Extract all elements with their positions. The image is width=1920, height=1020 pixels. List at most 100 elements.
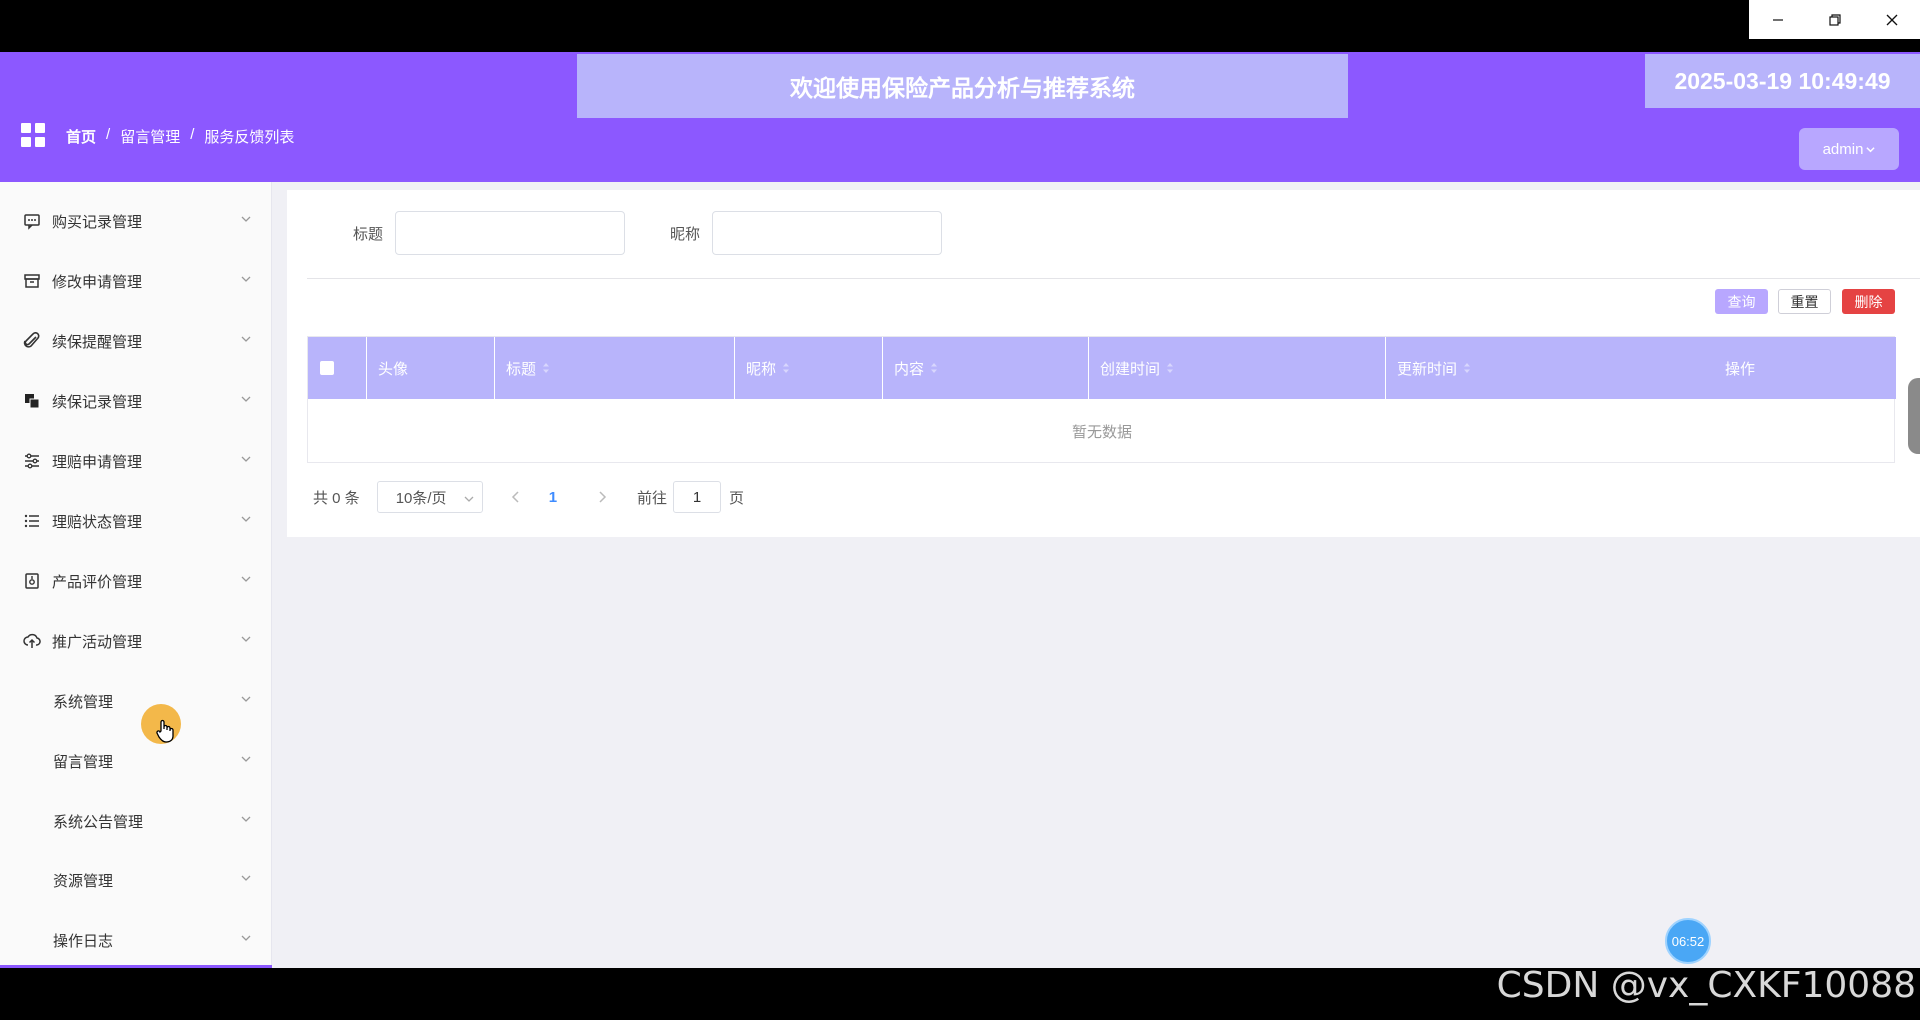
nickname-filter-input[interactable] <box>712 211 942 255</box>
chevron-down-icon <box>241 336 251 342</box>
column-actions: 操作 <box>1586 337 1894 399</box>
column-label: 昵称 <box>746 360 777 378</box>
sidebar-item-system[interactable]: 系统管理 <box>0 681 272 721</box>
column-label: 头像 <box>378 360 409 378</box>
pagination: 共 0 条 10条/页 1 前往 1 页 <box>313 480 744 514</box>
sidebar-item-label: 资源管理 <box>53 872 114 890</box>
datetime-display: 2025-03-19 10:49:49 <box>1645 54 1920 108</box>
delete-button[interactable]: 删除 <box>1842 289 1895 314</box>
sidebar-item-label: 留言管理 <box>53 753 114 771</box>
column-updated-time[interactable]: 更新时间 <box>1386 337 1586 399</box>
app-header: 欢迎使用保险产品分析与推荐系统 2025-03-19 10:49:49 首页 /… <box>0 52 1920 182</box>
close-icon[interactable] <box>1863 0 1920 39</box>
sidebar-item-promotions[interactable]: 推广活动管理 <box>0 621 272 661</box>
sidebar-item-label: 修改申请管理 <box>52 273 143 291</box>
sidebar-item-label: 系统公告管理 <box>53 813 144 831</box>
side-drawer-handle[interactable] <box>1908 378 1920 454</box>
sort-icon[interactable] <box>930 362 938 374</box>
column-label: 操作 <box>1724 360 1755 378</box>
sidebar-item-label: 续保记录管理 <box>52 393 143 411</box>
sidebar-item-claim-requests[interactable]: 理赔申请管理 <box>0 441 272 481</box>
sidebar-item-announcements[interactable]: 系统公告管理 <box>0 801 272 841</box>
sidebar-item-label: 推广活动管理 <box>52 633 143 651</box>
minimize-icon[interactable] <box>1749 0 1806 39</box>
sidebar-item-operation-log[interactable]: 操作日志 <box>0 920 272 960</box>
sidebar-item-resources[interactable]: 资源管理 <box>0 860 272 900</box>
column-created-time[interactable]: 创建时间 <box>1089 337 1386 399</box>
chevron-down-icon <box>241 456 251 462</box>
sort-icon[interactable] <box>782 362 790 374</box>
sidebar-item-label: 续保提醒管理 <box>52 333 143 351</box>
sort-icon[interactable] <box>1166 362 1174 374</box>
sidebar-accent-line <box>0 965 272 968</box>
select-all-checkbox[interactable] <box>320 361 334 375</box>
page-suffix: 页 <box>729 489 745 507</box>
sidebar-item-label: 产品评价管理 <box>52 573 143 591</box>
main-panel: 标题 昵称 查询 重置 删除 头像 标题 昵称 内容 创建时间 更新时间 操作 … <box>287 190 1920 537</box>
page-size-value: 10条/页 <box>395 489 447 507</box>
breadcrumb: 首页 / 留言管理 / 服务反馈列表 <box>66 126 294 147</box>
total-count: 共 0 条 <box>313 489 360 507</box>
sidebar-item-modify-requests[interactable]: 修改申请管理 <box>0 261 272 301</box>
sort-icon[interactable] <box>542 362 550 374</box>
sidebar-item-label: 购买记录管理 <box>52 213 143 231</box>
sort-icon[interactable] <box>1463 362 1471 374</box>
grid-icon[interactable] <box>21 123 45 147</box>
sidebar-item-label: 理赔申请管理 <box>52 453 143 471</box>
prev-page-icon[interactable] <box>509 490 523 504</box>
watermark-text: CSDN @vx_CXKF10088 <box>1496 965 1916 1006</box>
page-number-current[interactable]: 1 <box>549 489 557 506</box>
title-filter-label: 标题 <box>353 226 384 243</box>
column-nickname[interactable]: 昵称 <box>735 337 883 399</box>
restore-icon[interactable] <box>1806 0 1863 39</box>
copy-icon <box>21 390 43 412</box>
sidebar-item-purchase-records[interactable]: 购买记录管理 <box>0 201 272 241</box>
divider <box>307 278 1920 279</box>
welcome-banner: 欢迎使用保险产品分析与推荐系统 <box>577 54 1348 118</box>
sidebar-item-product-reviews[interactable]: 产品评价管理 <box>0 561 272 601</box>
hand-cursor-icon <box>156 719 174 743</box>
column-label: 内容 <box>894 360 925 378</box>
chevron-down-icon <box>241 576 251 582</box>
sidebar-item-claim-status[interactable]: 理赔状态管理 <box>0 501 272 541</box>
title-bar <box>0 0 1920 52</box>
sidebar: 购买记录管理 修改申请管理 续保提醒管理 续保记录管理 理赔申请管理 理赔状态管… <box>0 182 272 968</box>
column-content[interactable]: 内容 <box>883 337 1089 399</box>
breadcrumb-separator: / <box>106 126 111 143</box>
sidebar-item-messages[interactable]: 留言管理 <box>0 741 272 781</box>
user-menu-button[interactable]: admin <box>1799 128 1899 170</box>
chevron-down-icon <box>241 816 251 822</box>
chevron-down-icon <box>241 636 251 642</box>
sidebar-item-label: 操作日志 <box>53 932 114 950</box>
chevron-down-icon <box>241 756 251 762</box>
title-filter-input[interactable] <box>395 211 625 255</box>
paperclip-icon <box>21 330 43 352</box>
query-button[interactable]: 查询 <box>1715 289 1768 314</box>
page-size-select[interactable]: 10条/页 <box>376 481 483 513</box>
empty-state: 暂无数据 <box>1071 423 1132 441</box>
goto-page-input[interactable]: 1 <box>673 481 722 513</box>
user-name: admin <box>1822 140 1864 158</box>
select-all-cell <box>308 337 367 399</box>
breadcrumb-home[interactable]: 首页 <box>66 126 96 147</box>
sidebar-item-renewal-records[interactable]: 续保记录管理 <box>0 381 272 421</box>
chevron-down-icon <box>241 696 251 702</box>
chevron-down-icon <box>241 276 251 282</box>
column-label: 标题 <box>506 360 537 378</box>
reset-button[interactable]: 重置 <box>1778 289 1831 314</box>
feedback-table: 头像 标题 昵称 内容 创建时间 更新时间 操作 暂无数据 <box>307 336 1896 463</box>
archive-icon <box>21 270 43 292</box>
chevron-down-icon <box>241 935 251 941</box>
next-page-icon[interactable] <box>595 490 609 504</box>
column-label: 更新时间 <box>1397 360 1458 378</box>
column-label: 创建时间 <box>1100 360 1161 378</box>
list-icon <box>21 510 43 532</box>
sidebar-item-label: 系统管理 <box>53 693 114 711</box>
column-avatar: 头像 <box>367 337 495 399</box>
breadcrumb-message-management[interactable]: 留言管理 <box>120 126 180 147</box>
sidebar-item-renewal-reminders[interactable]: 续保提醒管理 <box>0 321 272 361</box>
chevron-down-icon <box>241 875 251 881</box>
window-controls <box>1749 0 1920 39</box>
chevron-down-icon <box>1866 146 1876 152</box>
column-title[interactable]: 标题 <box>495 337 735 399</box>
